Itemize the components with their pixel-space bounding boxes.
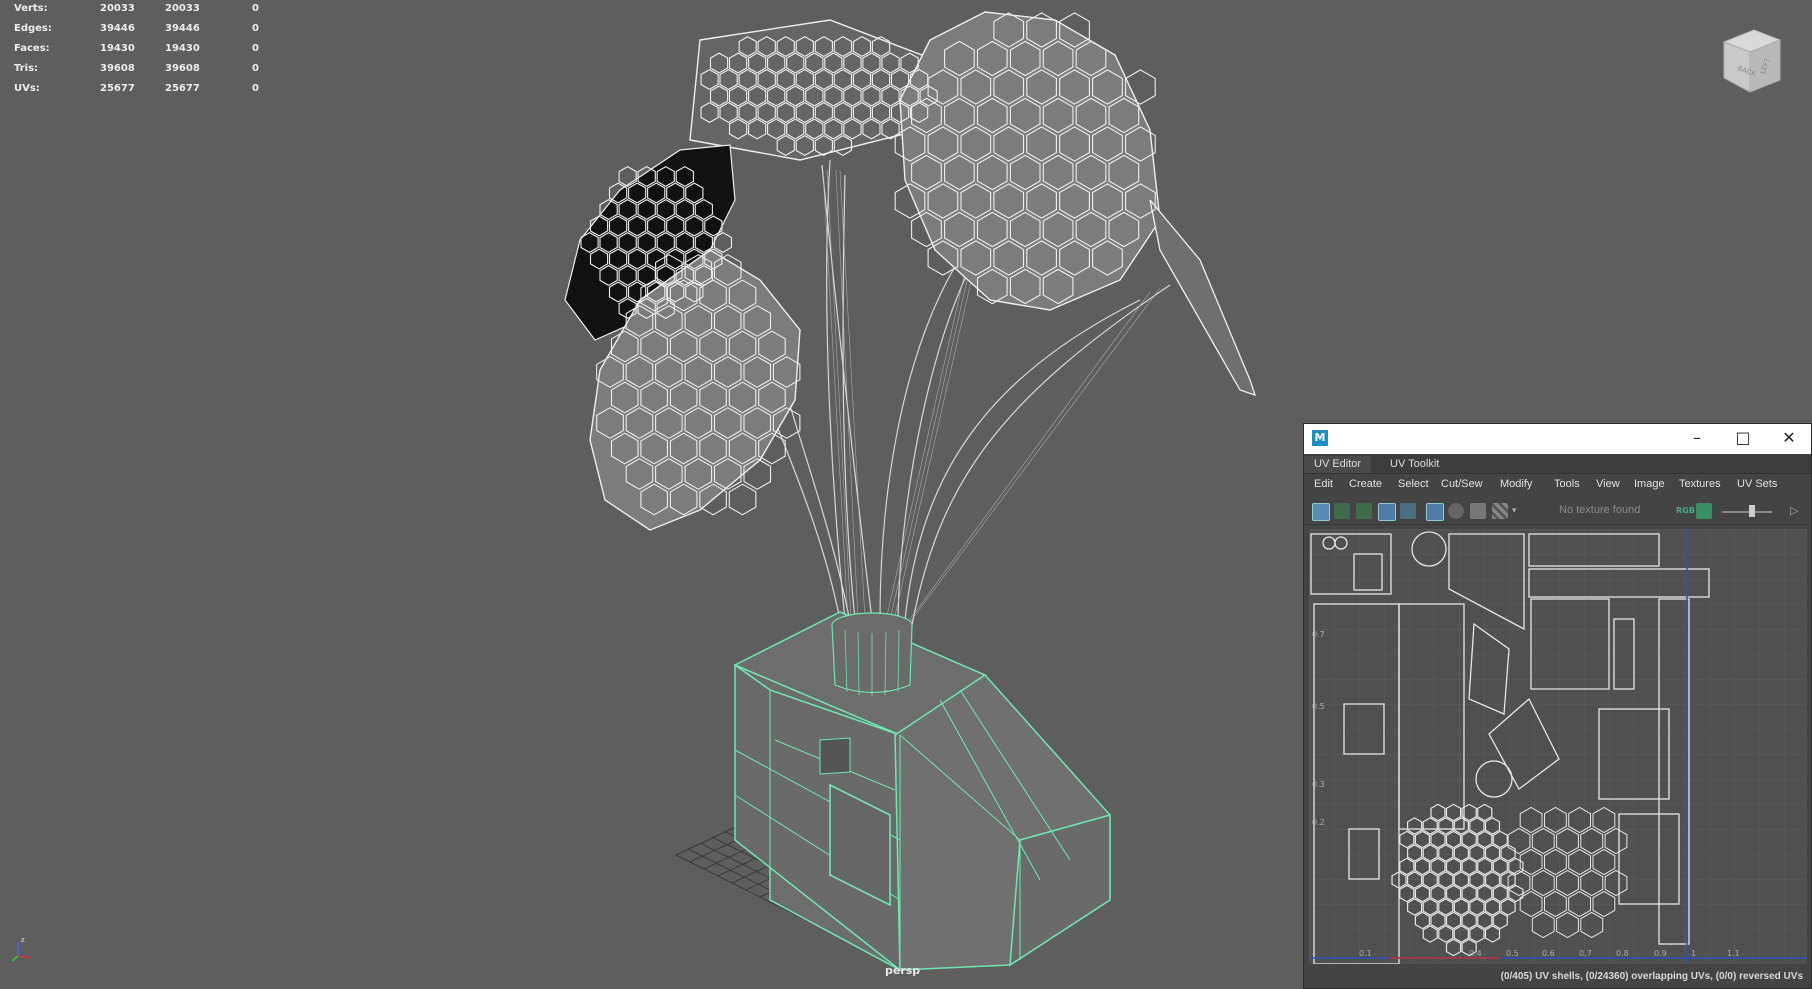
uv-menubar: Edit Create Select Cut/Sew Modify Tools … bbox=[1304, 474, 1811, 498]
maximize-button[interactable]: □ bbox=[1720, 424, 1766, 454]
hud-row-uvs: UVs: 25677 25677 0 bbox=[14, 82, 274, 102]
paddle-right bbox=[1149, 199, 1257, 397]
view-cube[interactable]: BACK LEFT bbox=[1716, 26, 1786, 96]
hud-value: 39608 bbox=[165, 63, 200, 74]
uv-editor-window[interactable]: M – □ ✕ UV Editor UV Toolkit Edit Create… bbox=[1303, 423, 1812, 989]
toolbar-overflow-icon[interactable]: ▷ bbox=[1790, 503, 1806, 519]
base-box bbox=[733, 611, 1111, 972]
svg-text:0.5: 0.5 bbox=[1312, 702, 1325, 711]
hud-value: 25677 bbox=[100, 83, 135, 94]
svg-text:0.3: 0.3 bbox=[1312, 780, 1325, 789]
hud-label: Edges: bbox=[14, 23, 52, 34]
hud-value: 0 bbox=[252, 43, 259, 54]
svg-text:0.1: 0.1 bbox=[1359, 949, 1372, 958]
camera-label: persp bbox=[885, 964, 921, 977]
grid-toggle-icon[interactable] bbox=[1426, 503, 1444, 521]
menu-cut-sew[interactable]: Cut/Sew bbox=[1441, 478, 1483, 490]
svg-text:z: z bbox=[21, 936, 25, 944]
hud-value: 19430 bbox=[100, 43, 135, 54]
hud-value: 0 bbox=[252, 23, 259, 34]
svg-text:1.1: 1.1 bbox=[1727, 949, 1740, 958]
uv-tabs: UV Editor UV Toolkit bbox=[1304, 454, 1811, 474]
uv-backface-icon[interactable] bbox=[1356, 503, 1372, 519]
menu-select[interactable]: Select bbox=[1398, 478, 1429, 490]
menu-uv-sets[interactable]: UV Sets bbox=[1737, 478, 1777, 490]
image-display-icon[interactable] bbox=[1470, 503, 1486, 519]
hud-value: 20033 bbox=[100, 3, 135, 14]
rgb-channel-icon[interactable]: RGB bbox=[1676, 503, 1695, 519]
hud-row-faces: Faces: 19430 19430 0 bbox=[14, 42, 274, 62]
pixel-snap-icon[interactable] bbox=[1448, 503, 1464, 519]
svg-text:0.2: 0.2 bbox=[1312, 818, 1325, 827]
svg-text:0.8: 0.8 bbox=[1616, 949, 1629, 958]
hex-cell bbox=[728, 483, 757, 516]
hud-value: 25677 bbox=[165, 83, 200, 94]
poly-count-hud: Verts: 20033 20033 0 Edges: 39446 39446 0 Face… bbox=[14, 2, 274, 102]
image-channel-icon[interactable] bbox=[1696, 503, 1712, 519]
uv-window-titlebar[interactable]: M – □ ✕ bbox=[1304, 424, 1811, 454]
svg-text:0.4: 0.4 bbox=[1469, 949, 1482, 958]
hud-value: 20033 bbox=[165, 3, 200, 14]
hud-value: 0 bbox=[252, 83, 259, 94]
menu-image[interactable]: Image bbox=[1634, 478, 1665, 490]
tab-uv-editor[interactable]: UV Editor bbox=[1304, 456, 1372, 473]
hex-flower-right bbox=[899, 11, 1161, 311]
uv-toolbar: ▾ No texture found RGB ▷ bbox=[1304, 498, 1811, 525]
texture-status-label: No texture found bbox=[1559, 504, 1641, 516]
uv-isolate-icon[interactable] bbox=[1378, 503, 1396, 521]
hex-cell bbox=[713, 231, 733, 254]
close-button[interactable]: ✕ bbox=[1766, 424, 1812, 454]
svg-text:0.6: 0.6 bbox=[1542, 949, 1555, 958]
menu-view[interactable]: View bbox=[1596, 478, 1620, 490]
uv-component-icon[interactable] bbox=[1334, 503, 1350, 519]
checker-icon[interactable] bbox=[1492, 503, 1508, 519]
axis-gizmo: z bbox=[11, 936, 31, 962]
exposure-slider-handle[interactable] bbox=[1749, 505, 1755, 517]
hud-value: 39446 bbox=[165, 23, 200, 34]
uv-distortion-icon[interactable] bbox=[1400, 503, 1416, 519]
hud-row-tris: Tris: 39608 39608 0 bbox=[14, 62, 274, 82]
hud-label: Tris: bbox=[14, 63, 39, 74]
hud-label: Faces: bbox=[14, 43, 50, 54]
hud-label: UVs: bbox=[14, 83, 40, 94]
svg-text:1: 1 bbox=[1691, 949, 1696, 958]
hud-row-verts: Verts: 20033 20033 0 bbox=[14, 2, 274, 22]
hud-value: 0 bbox=[252, 3, 259, 14]
hud-row-edges: Edges: 39446 39446 0 bbox=[14, 22, 274, 42]
dropdown-arrow-icon[interactable]: ▾ bbox=[1512, 503, 1522, 519]
hud-value: 19430 bbox=[165, 43, 200, 54]
menu-textures[interactable]: Textures bbox=[1679, 478, 1721, 490]
svg-text:0.7: 0.7 bbox=[1579, 949, 1592, 958]
menu-create[interactable]: Create bbox=[1349, 478, 1382, 490]
exposure-slider[interactable] bbox=[1722, 511, 1772, 513]
menu-modify[interactable]: Modify bbox=[1500, 478, 1532, 490]
uv-status-bar: (0/405) UV shells, (0/24360) overlapping… bbox=[1304, 966, 1811, 988]
hud-value: 0 bbox=[252, 63, 259, 74]
svg-text:0.5: 0.5 bbox=[1506, 949, 1519, 958]
minimize-button[interactable]: – bbox=[1674, 424, 1720, 454]
maya-app-icon: M bbox=[1312, 430, 1328, 446]
svg-text:0.9: 0.9 bbox=[1654, 949, 1667, 958]
svg-text:0.7: 0.7 bbox=[1312, 630, 1325, 639]
hex-cell bbox=[618, 165, 637, 188]
hud-label: Verts: bbox=[14, 3, 48, 14]
uv-layout: 0.7 0.5 0.3 0.2 0.1 0.4 0.5 0.6 0.7 0.8 … bbox=[1309, 529, 1807, 964]
hud-value: 39446 bbox=[100, 23, 135, 34]
hud-value: 39608 bbox=[100, 63, 135, 74]
uv-shell-view-icon[interactable] bbox=[1312, 503, 1330, 521]
menu-edit[interactable]: Edit bbox=[1314, 478, 1333, 490]
stem-collar bbox=[831, 612, 913, 696]
menu-tools[interactable]: Tools bbox=[1554, 478, 1580, 490]
tab-uv-toolkit[interactable]: UV Toolkit bbox=[1380, 456, 1449, 473]
uv-canvas[interactable]: 0.7 0.5 0.3 0.2 0.1 0.4 0.5 0.6 0.7 0.8 … bbox=[1309, 529, 1807, 964]
